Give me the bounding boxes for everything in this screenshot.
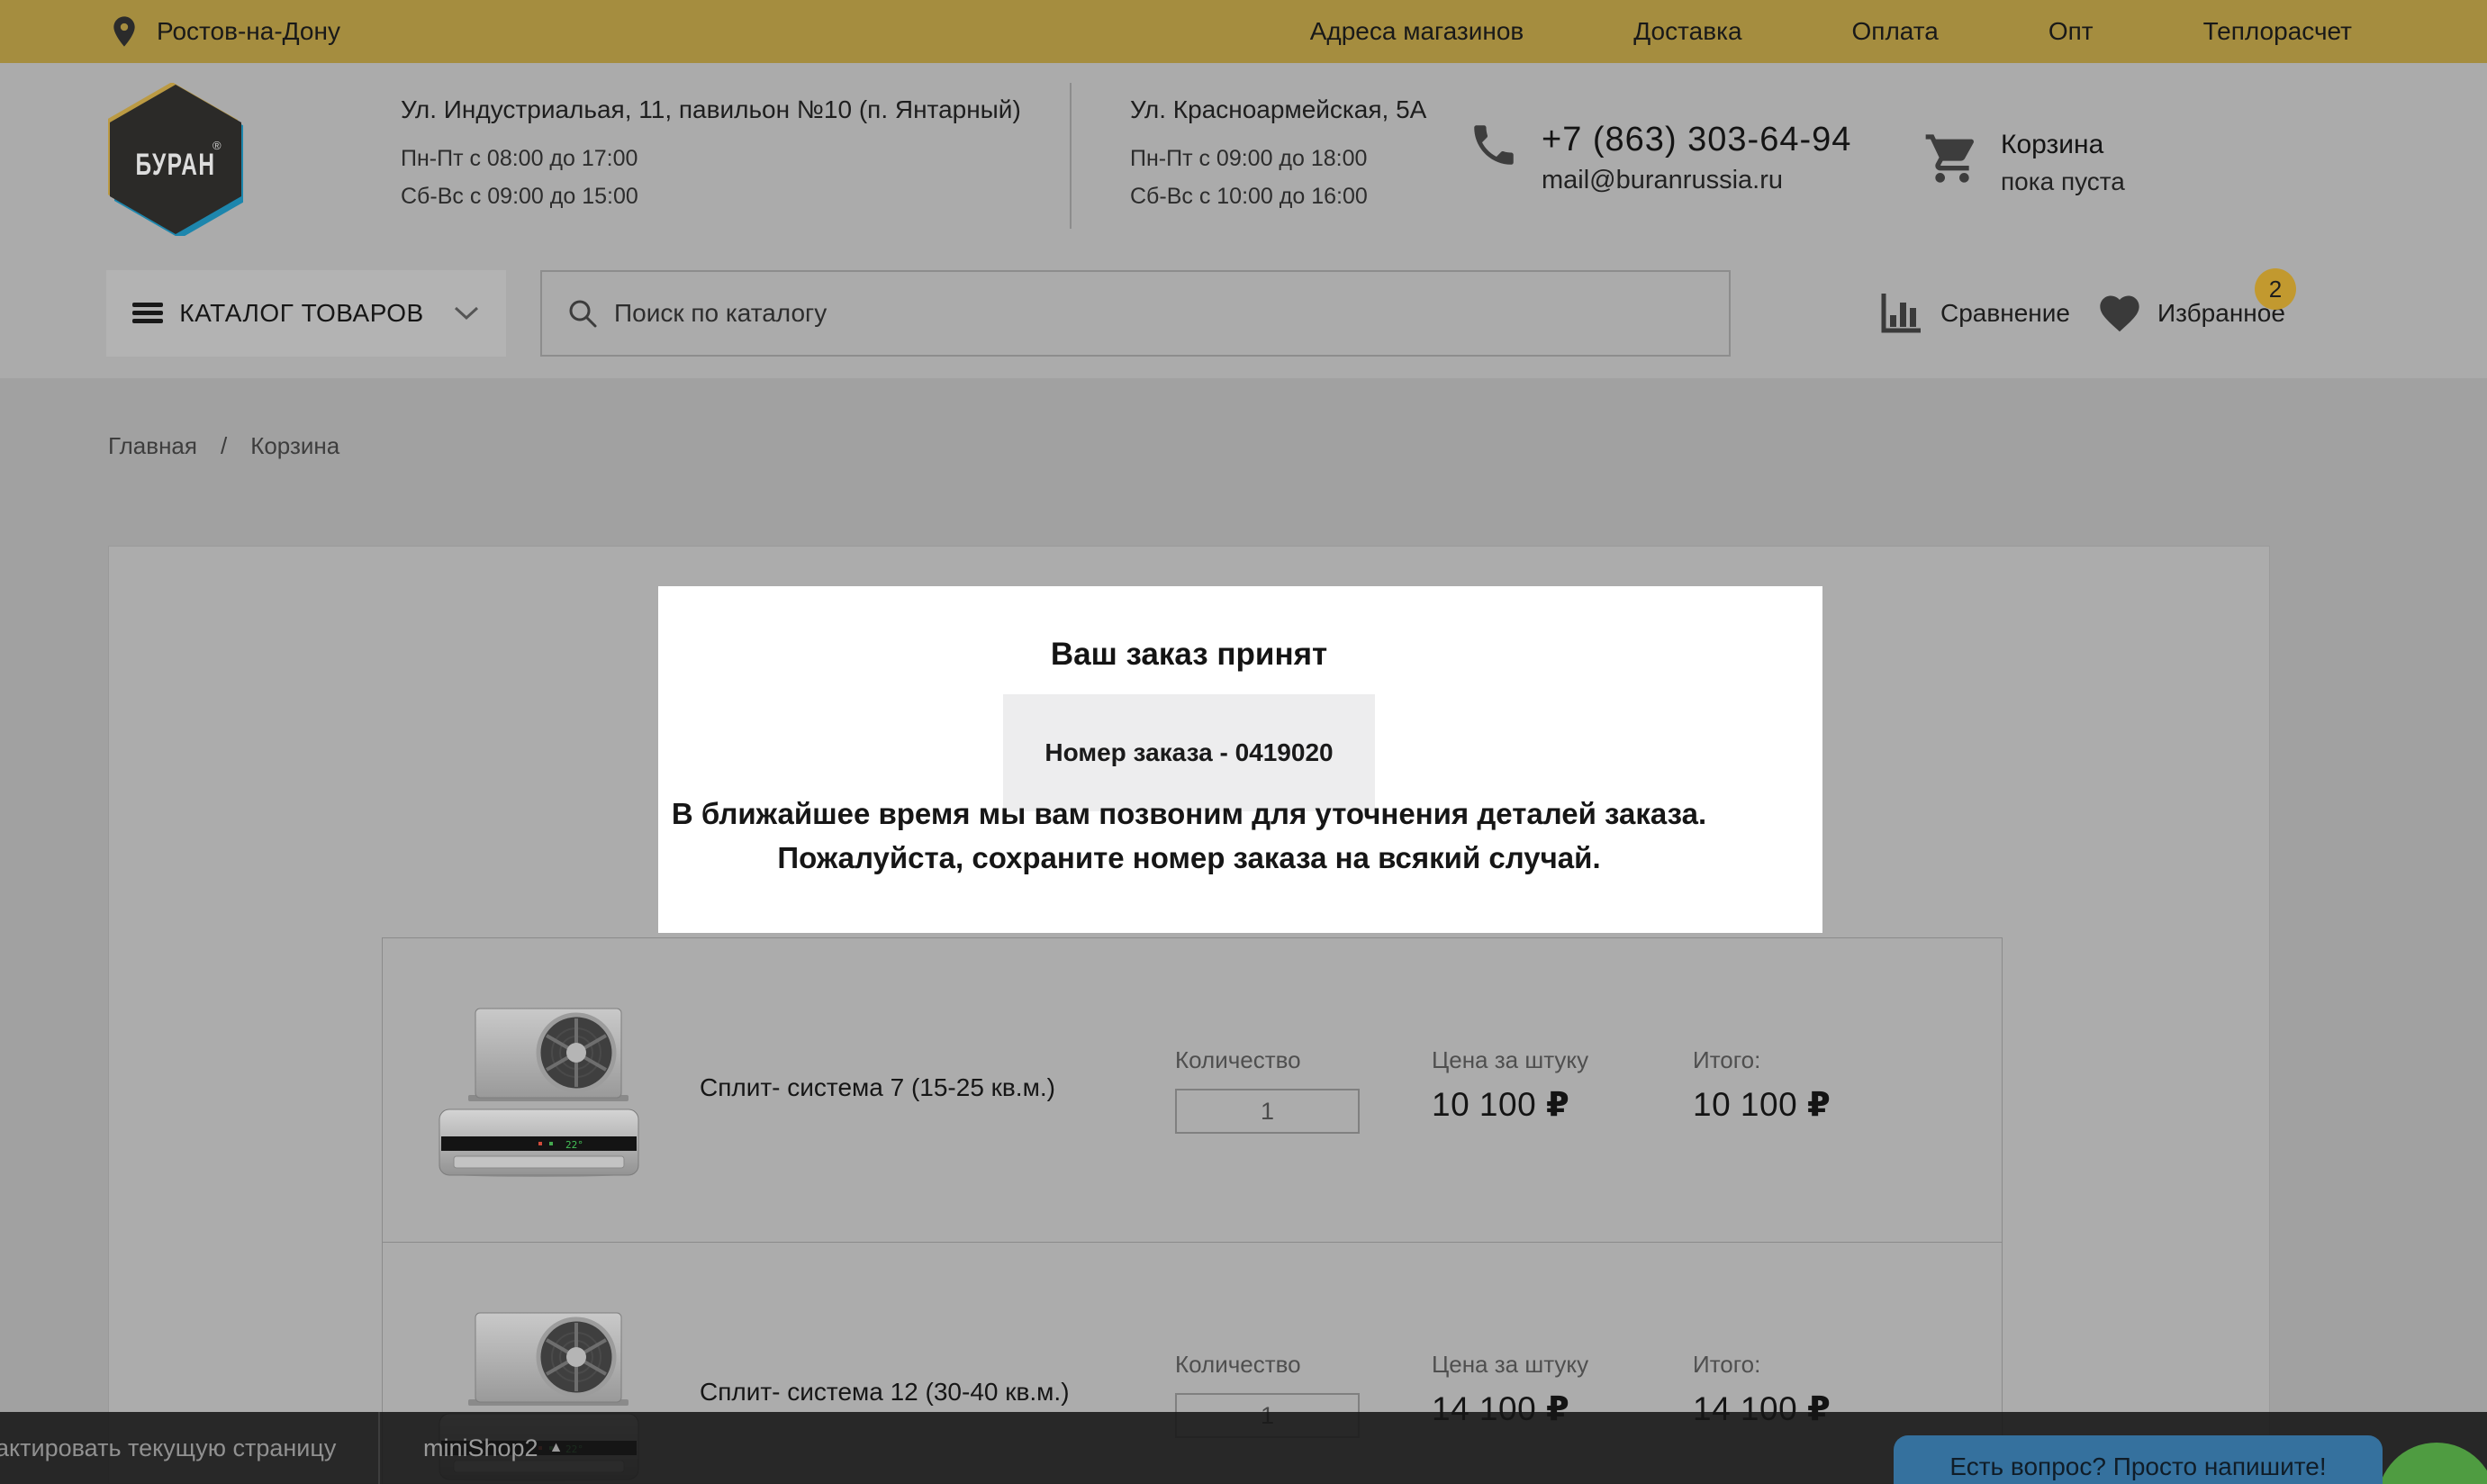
table-row: 22° Сплит- система 7 (15-25 кв.м.) Колич… [383, 938, 2002, 1243]
menu-item-heat-calc[interactable]: Теплорасчет [2203, 17, 2352, 46]
quantity-label: Количество [1175, 1046, 1360, 1074]
product-image[interactable]: 22° [432, 1001, 647, 1178]
email-link[interactable]: mail@buranrussia.ru [1542, 166, 1851, 195]
quantity-column: Количество [1175, 1046, 1360, 1134]
store2-address: Ул. Красноармейская, 5А [1130, 95, 1426, 124]
order-message-line2: Пожалуйста, сохраните номер заказа на вс… [109, 836, 2269, 880]
logo-text: БУРАН [127, 148, 224, 183]
breadcrumb-separator: / [221, 432, 227, 460]
store-address-block-2: Ул. Красноармейская, 5А Пн-Пт с 09:00 до… [1130, 95, 1426, 222]
total-label: Итого: [1693, 1351, 1831, 1379]
total-amount: 10 100 [1693, 1086, 1797, 1123]
hamburger-icon [132, 301, 163, 326]
price-label: Цена за штуку [1432, 1046, 1588, 1074]
header-divider [1070, 83, 1072, 229]
quantity-input[interactable] [1175, 1089, 1360, 1134]
search-box [540, 270, 1731, 357]
quantity-label: Количество [1175, 1351, 1360, 1379]
store-address-block-1: Ул. Индустриальая, 11, павильон №10 (п. … [401, 95, 1021, 222]
breadcrumb-home[interactable]: Главная [108, 432, 197, 460]
store2-hours-weekend: Сб-Вс с 10:00 до 16:00 [1130, 184, 1426, 210]
contact-lines: +7 (863) 303-64-94 mail@buranrussia.ru [1542, 119, 1851, 195]
catalog-button[interactable]: КАТАЛОГ ТОВАРОВ [106, 270, 506, 357]
cart-lines: Корзина пока пуста [2001, 130, 2125, 196]
logo-registered-mark: ® [213, 139, 222, 152]
total-column: Итого: 10 100 ₽ [1693, 1046, 1831, 1124]
city-selector[interactable]: Ростов-на-Дону [106, 11, 340, 52]
minishop-brand-label: miniShop2 [423, 1434, 538, 1462]
main-content: Ваш заказ принят Номер заказа - 0419020 … [108, 546, 2270, 1484]
favorites-count-badge: 2 [2255, 268, 2296, 310]
phone-number-link[interactable]: +7 (863) 303-64-94 [1542, 119, 1851, 160]
devbar-divider [378, 1412, 380, 1484]
logo[interactable]: БУРАН ® [108, 83, 243, 236]
edit-page-link[interactable]: Редактировать текущую страницу [0, 1434, 336, 1462]
split-system-image-icon: 22° [432, 1001, 647, 1178]
order-message: В ближайшее время мы вам позвоним для ут… [109, 792, 2269, 880]
topbar-location: Ростов-на-Дону [157, 17, 340, 46]
cart-label: Корзина [2001, 130, 2125, 160]
header: БУРАН ® Ул. Индустриальая, 11, павильон … [0, 63, 2487, 378]
heart-icon [2094, 290, 2145, 337]
menu-item-delivery[interactable]: Доставка [1633, 17, 1741, 46]
cart-status: пока пуста [2001, 167, 2125, 196]
breadcrumb-current: Корзина [250, 432, 339, 460]
chevron-down-icon [453, 305, 480, 321]
menu-item-payment[interactable]: Оплата [1852, 17, 1939, 46]
ruble-sign: ₽ [1807, 1086, 1831, 1123]
price-amount: 10 100 [1432, 1086, 1536, 1123]
order-title: Ваш заказ принят [109, 637, 2269, 673]
store1-hours-weekend: Сб-Вс с 09:00 до 15:00 [401, 184, 1021, 210]
store2-hours-weekdays: Пн-Пт с 09:00 до 18:00 [1130, 146, 1426, 172]
cart-widget[interactable]: Корзина пока пуста [1923, 130, 2125, 196]
chat-widget[interactable]: Есть вопрос? Просто напишите! [1894, 1435, 2383, 1484]
search-icon [565, 296, 600, 330]
triangle-up-icon: ▲ [549, 1440, 564, 1456]
topbar: Ростов-на-Дону Адреса магазинов Доставка… [0, 0, 2487, 63]
svg-text:22°: 22° [565, 1139, 583, 1151]
menu-item-addresses[interactable]: Адреса магазинов [1310, 17, 1524, 46]
location-pin-icon [106, 11, 142, 52]
compare-link[interactable]: Сравнение [1877, 290, 2070, 337]
product-title[interactable]: Сплит- система 7 (15-25 кв.м.) [700, 1073, 1055, 1102]
total-label: Итого: [1693, 1046, 1831, 1074]
store1-address: Ул. Индустриальая, 11, павильон №10 (п. … [401, 95, 1021, 124]
order-message-line1: В ближайшее время мы вам позвоним для ут… [109, 792, 2269, 836]
ruble-sign: ₽ [1546, 1086, 1569, 1123]
bar-chart-icon [1877, 290, 1924, 337]
price-column: Цена за штуку 10 100 ₽ [1432, 1046, 1588, 1124]
shopping-cart-icon [1923, 130, 1981, 187]
menu-item-wholesale[interactable]: Опт [2048, 17, 2094, 46]
phone-icon [1468, 119, 1520, 171]
price-value: 10 100 ₽ [1432, 1085, 1588, 1124]
topbar-menu: Адреса магазинов Доставка Оплата Опт Теп… [1310, 17, 2352, 46]
price-label: Цена за штуку [1432, 1351, 1588, 1379]
search-input[interactable] [612, 298, 1729, 329]
contact-block: +7 (863) 303-64-94 mail@buranrussia.ru [1468, 119, 1851, 195]
cart-items-table: 22° Сплит- система 7 (15-25 кв.м.) Колич… [382, 937, 2003, 1484]
total-value: 10 100 ₽ [1693, 1085, 1831, 1124]
store1-hours-weekdays: Пн-Пт с 08:00 до 17:00 [401, 146, 1021, 172]
product-title[interactable]: Сплит- система 12 (30-40 кв.м.) [700, 1378, 1070, 1407]
catalog-button-label: КАТАЛОГ ТОВАРОВ [179, 299, 423, 328]
minishop-toggle[interactable]: miniShop2 ▲ [423, 1412, 563, 1484]
compare-label: Сравнение [1940, 299, 2070, 328]
breadcrumb: Главная / Корзина [108, 432, 339, 460]
page: Ростов-на-Дону Адреса магазинов Доставка… [0, 0, 2487, 1484]
